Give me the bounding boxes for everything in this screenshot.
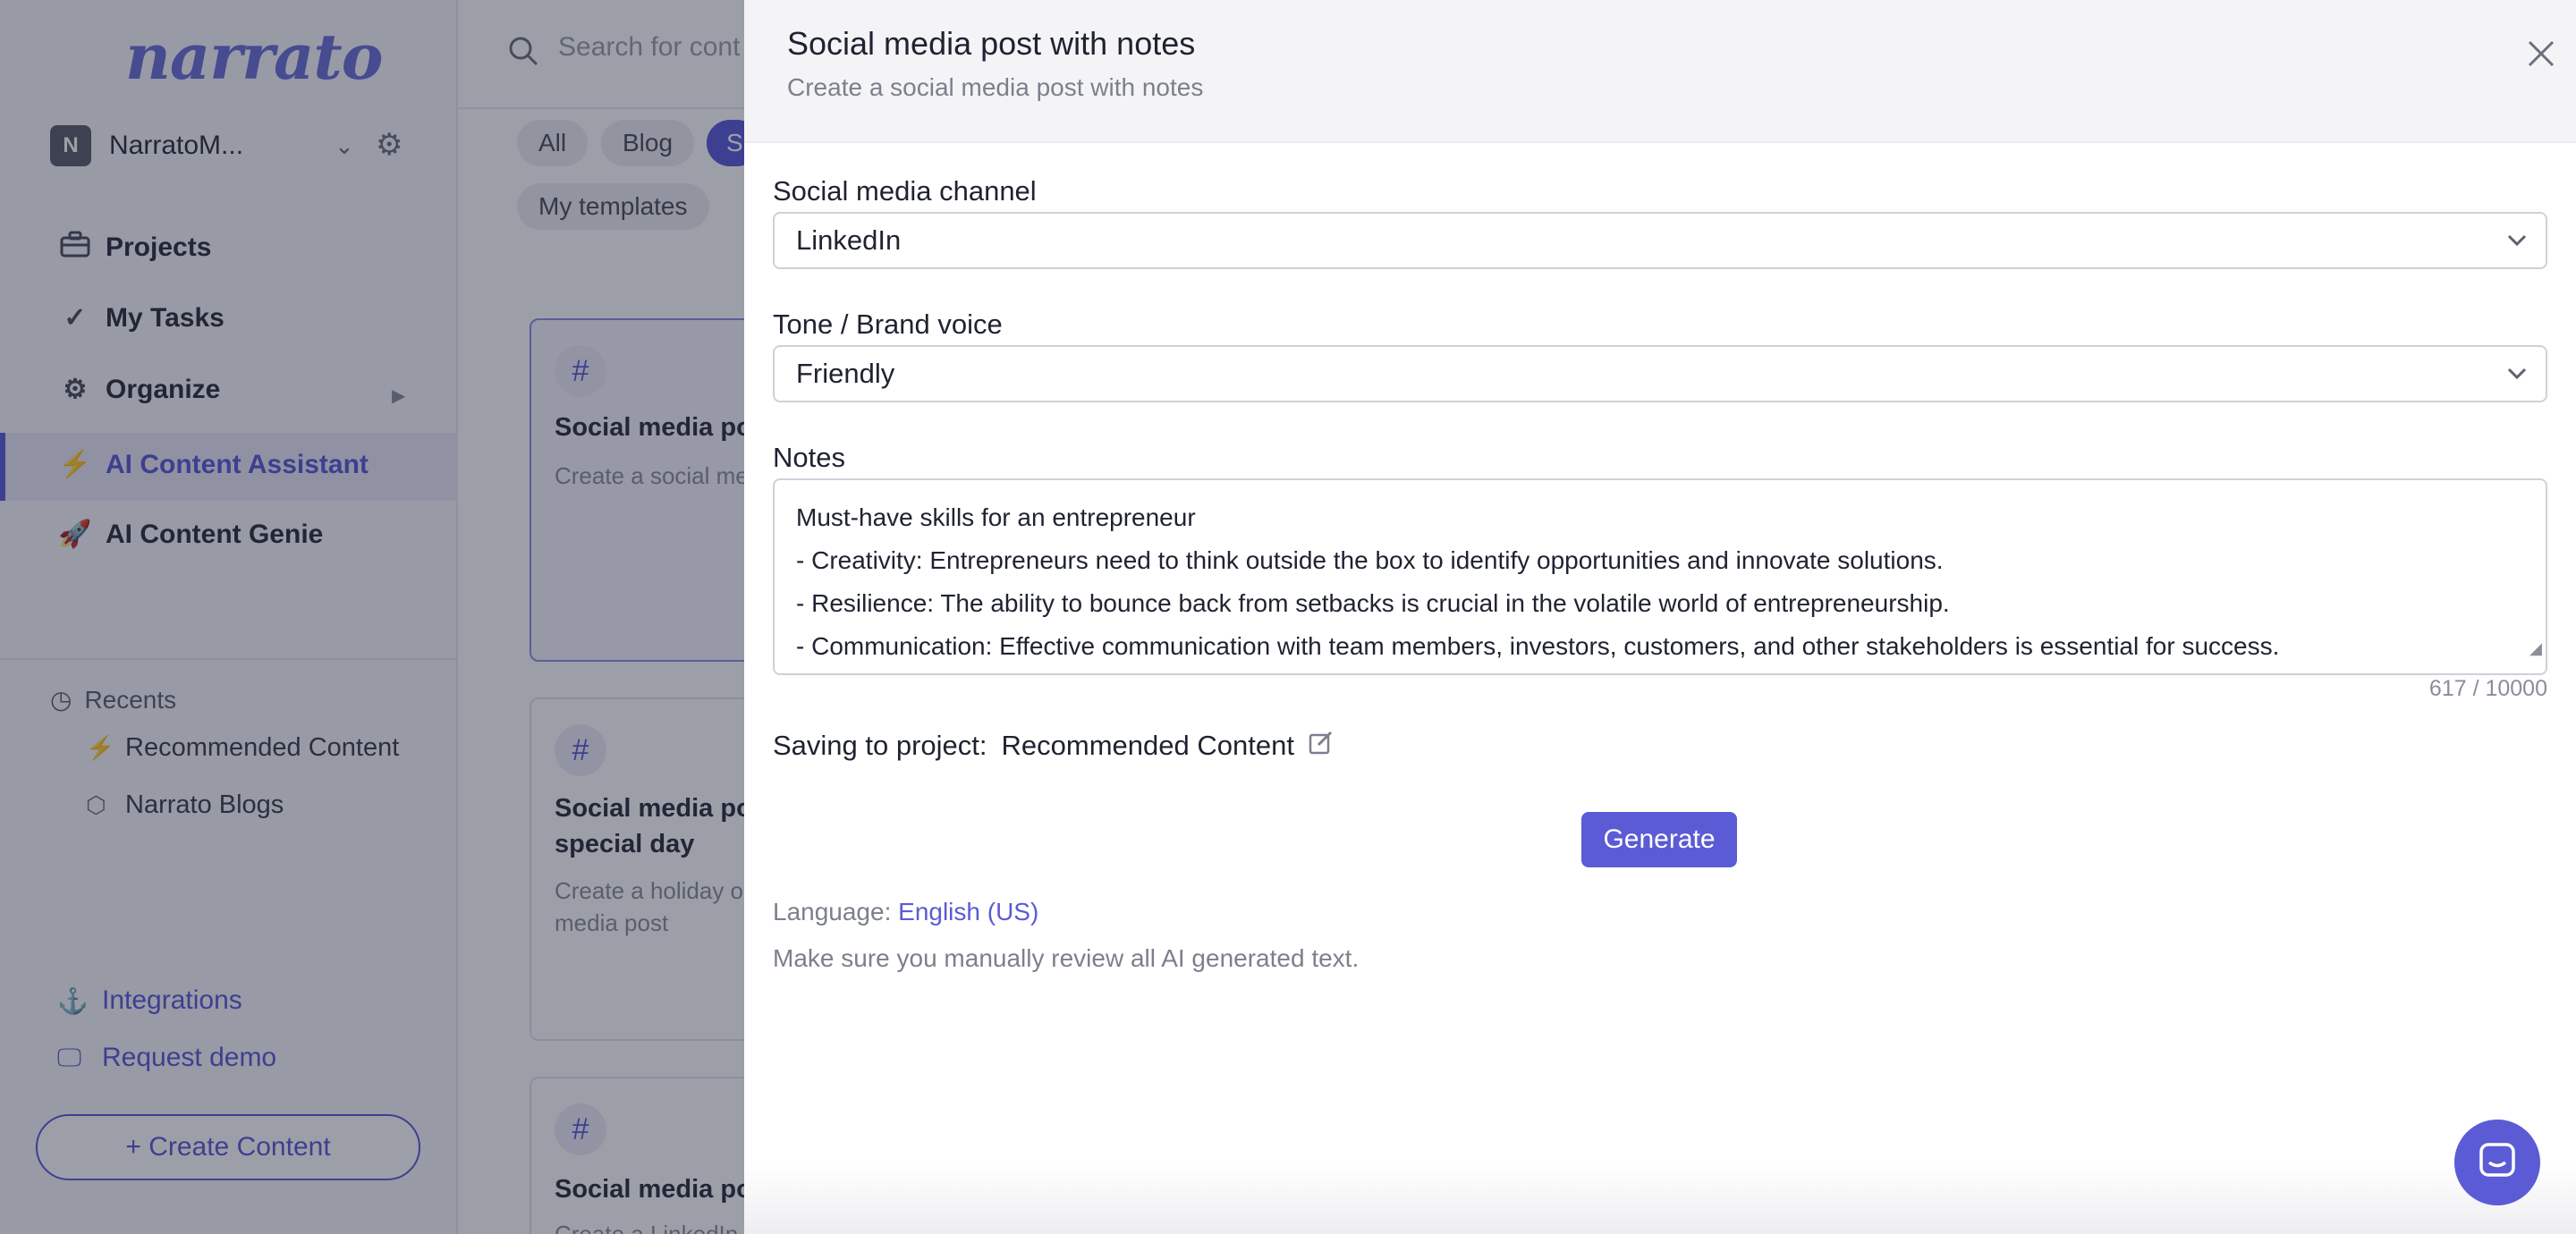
drawer-subtitle: Create a social media post with notes <box>787 73 1204 101</box>
tone-value: Friendly <box>796 358 895 389</box>
bottom-fade <box>744 1162 2576 1234</box>
drawer-header: Social media post with notes Create a so… <box>744 0 2576 143</box>
tone-label: Tone / Brand voice <box>773 308 1003 340</box>
resize-handle-icon[interactable]: ◢ <box>2529 627 2542 670</box>
character-counter: 617 / 10000 <box>2428 676 2547 701</box>
generate-button[interactable]: Generate <box>1581 812 1737 867</box>
saving-project-name: Recommended Content <box>1001 730 1294 761</box>
channel-value: LinkedIn <box>796 224 902 256</box>
language-row: Language: English (US) <box>773 898 1038 926</box>
ai-disclaimer: Make sure you manually review all AI gen… <box>773 944 1360 972</box>
template-drawer: Social media post with notes Create a so… <box>744 0 2576 1234</box>
close-icon[interactable] <box>2521 36 2562 77</box>
saving-project-row: Saving to project: Recommended Content <box>773 730 1334 762</box>
notes-label: Notes <box>773 442 845 473</box>
tone-select[interactable]: Friendly <box>773 345 2547 402</box>
chevron-down-icon <box>2506 226 2528 259</box>
edit-icon[interactable] <box>1309 730 1334 762</box>
chat-support-button[interactable] <box>2454 1120 2540 1205</box>
saving-label: Saving to project: <box>773 730 987 761</box>
notes-line: - Resilience: The ability to bounce back… <box>796 589 1950 617</box>
language-link[interactable]: English (US) <box>898 898 1038 926</box>
notes-line: - Communication: Effective communication… <box>796 632 2280 660</box>
channel-label: Social media channel <box>773 175 1037 207</box>
language-label: Language: <box>773 898 892 926</box>
drawer-title: Social media post with notes <box>787 25 1196 62</box>
channel-select[interactable]: LinkedIn <box>773 212 2547 269</box>
chat-icon <box>2478 1141 2517 1185</box>
chevron-down-icon <box>2506 359 2528 393</box>
notes-textarea[interactable]: Must-have skills for an entrepreneur - C… <box>773 478 2547 675</box>
notes-line: - Creativity: Entrepreneurs need to thin… <box>796 546 1944 574</box>
notes-line: Must-have skills for an entrepreneur <box>796 503 1196 531</box>
